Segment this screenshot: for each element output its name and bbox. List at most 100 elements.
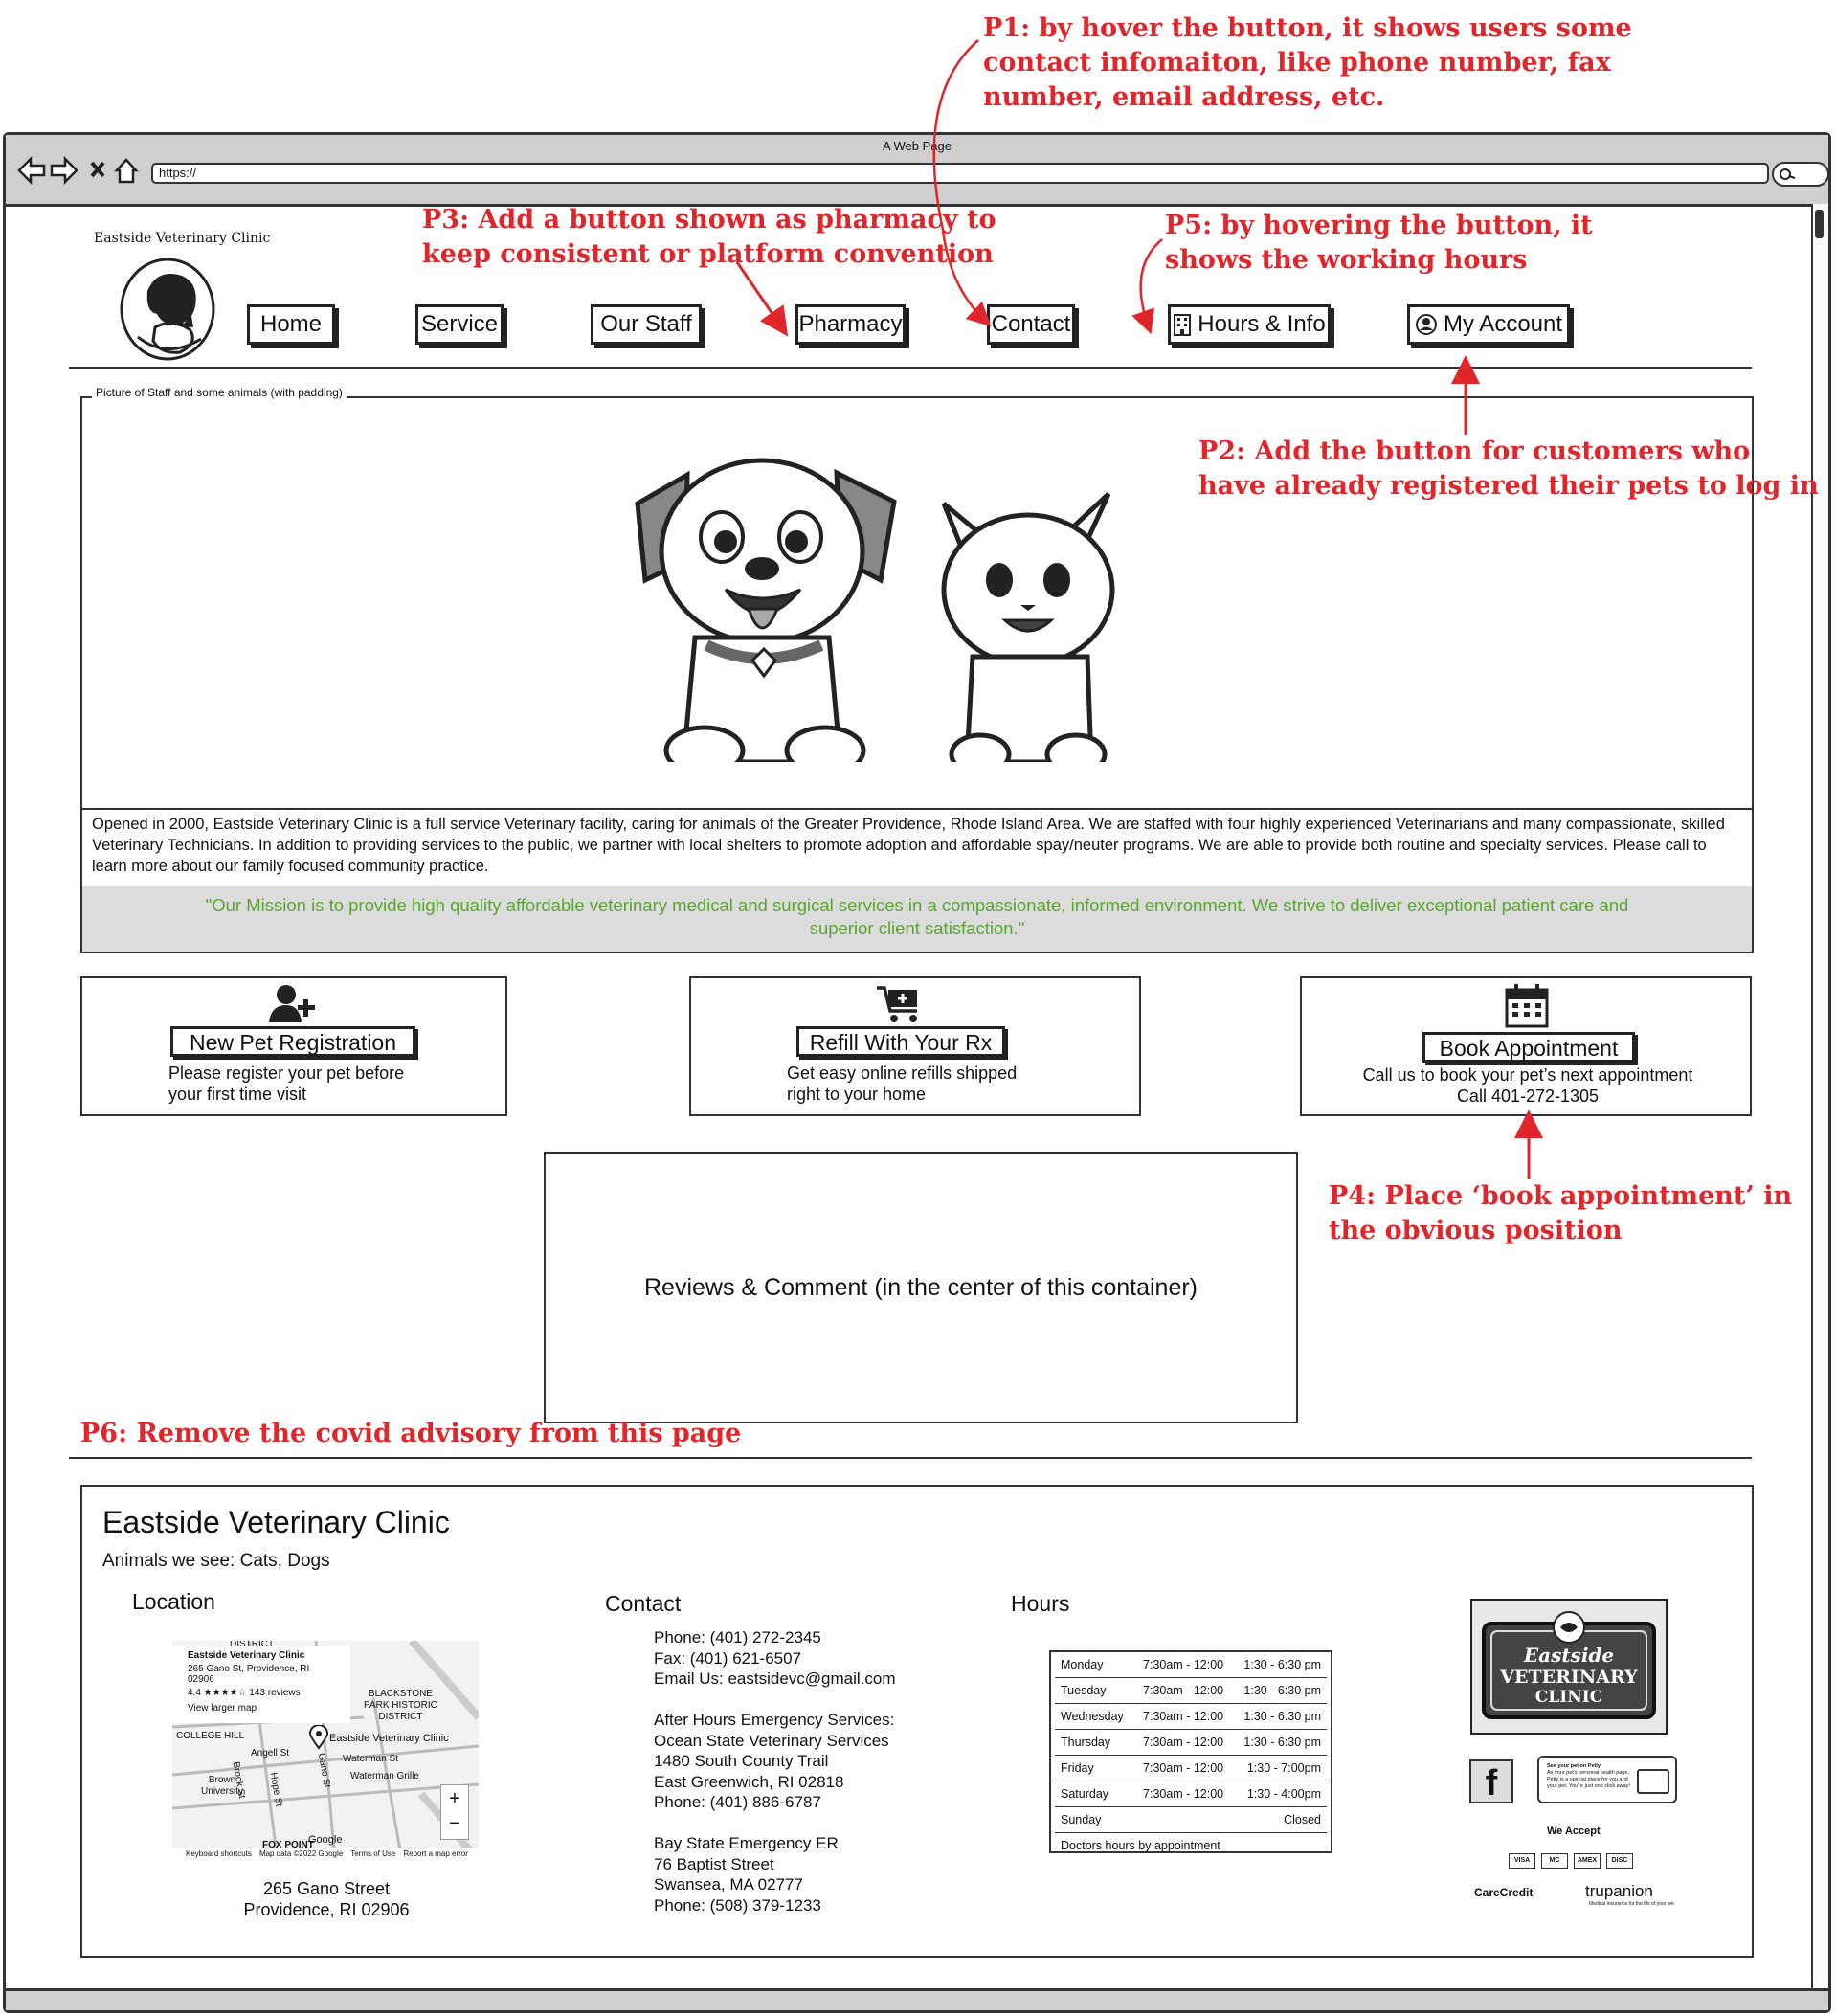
header-divider bbox=[69, 367, 1752, 369]
book-appointment-button[interactable]: Book Appointment bbox=[1422, 1032, 1635, 1063]
map-larger-link[interactable]: View larger map bbox=[188, 1703, 335, 1714]
sign-line2: VETERINARY bbox=[1499, 1667, 1638, 1688]
browser-status-bar bbox=[6, 1988, 1828, 2010]
browser-search-box[interactable] bbox=[1772, 162, 1829, 187]
annotation-p3: P3: Add a button shown as pharmacy to ke… bbox=[422, 203, 996, 272]
hours-morning: 7:30am - 12:00 bbox=[1133, 1703, 1233, 1730]
new-pet-registration-line2: your first time visit bbox=[168, 1085, 307, 1104]
hours-morning bbox=[1133, 1806, 1233, 1833]
nav-home-label: Home bbox=[259, 311, 323, 337]
nav-hours-info-label: Hours & Info bbox=[1198, 311, 1326, 337]
map-place-name: Eastside Veterinary Clinic bbox=[188, 1650, 305, 1661]
hours-row: Tuesday 7:30am - 12:00 1:30 - 6:30 pm bbox=[1055, 1677, 1327, 1704]
card-new-pet-registration: New Pet Registration Please register you… bbox=[80, 976, 507, 1116]
hours-afternoon: Closed bbox=[1232, 1806, 1327, 1833]
map-label-clinic: Eastside Veterinary Clinic bbox=[329, 1733, 449, 1744]
hours-note: Doctors hours by appointment bbox=[1061, 1839, 1220, 1852]
hours-day: Saturday bbox=[1055, 1781, 1134, 1807]
hours-afternoon: 1:30 - 6:30 pm bbox=[1232, 1729, 1327, 1756]
cat-illustration bbox=[941, 492, 1115, 762]
contact-bay-state-city: Swansea, MA 02777 bbox=[654, 1875, 803, 1893]
hours-afternoon: 1:30 - 6:30 pm bbox=[1232, 1677, 1327, 1704]
about-text: Opened in 2000, Eastside Veterinary Clin… bbox=[80, 808, 1754, 888]
hours-day: Wednesday bbox=[1055, 1703, 1134, 1730]
map-zoom-out-button[interactable]: − bbox=[441, 1812, 468, 1839]
contact-email[interactable]: Email Us: eastsidevc@gmail.com bbox=[654, 1669, 896, 1690]
map-zoom-controls: + − bbox=[440, 1784, 469, 1840]
annotation-p2-line2: have already registered their pets to lo… bbox=[1198, 471, 1819, 501]
location-address-line2: Providence, RI 02906 bbox=[243, 1900, 410, 1919]
nav-service-label: Service bbox=[420, 311, 499, 337]
nav-pharmacy-button[interactable]: Pharmacy bbox=[795, 304, 906, 345]
hours-morning: 7:30am - 12:00 bbox=[1133, 1781, 1233, 1807]
nav-our-staff-label: Our Staff bbox=[600, 311, 692, 337]
hours-morning: 7:30am - 12:00 bbox=[1133, 1677, 1233, 1704]
annotation-p1-line2: contact infomaiton, like phone number, f… bbox=[983, 48, 1611, 78]
contact-bay-state-street: 76 Baptist Street bbox=[654, 1854, 774, 1873]
contact-ocean-state-city: East Greenwich, RI 02818 bbox=[654, 1772, 844, 1791]
we-accept-label: We Accept bbox=[1547, 1826, 1601, 1837]
contact-bay-state-name: Bay State Emergency ER bbox=[654, 1834, 839, 1852]
refill-rx-button[interactable]: Refill With Your Rx bbox=[796, 1026, 1005, 1057]
location-map[interactable]: DISTRICT Eastside Veterinary Clinic 265 … bbox=[172, 1641, 479, 1861]
user-circle-icon bbox=[1415, 314, 1437, 335]
map-zoom-in-button[interactable]: + bbox=[441, 1785, 468, 1812]
map-report-error-link[interactable]: Report a map error bbox=[403, 1848, 468, 1861]
petly-logo-icon bbox=[1637, 1769, 1669, 1794]
facebook-icon[interactable]: f bbox=[1469, 1759, 1513, 1803]
map-label-blackstone-1: BLACKSTONE bbox=[368, 1689, 433, 1699]
building-icon bbox=[1174, 314, 1192, 336]
hours-table: Monday 7:30am - 12:00 1:30 - 6:30 pm Tuesda… bbox=[1055, 1652, 1327, 1858]
clinic-logo[interactable] bbox=[119, 257, 216, 362]
nav-hours-info-button[interactable]: Hours & Info bbox=[1168, 304, 1331, 345]
nav-pharmacy-label: Pharmacy bbox=[798, 311, 903, 337]
map-keyboard-shortcuts-link[interactable]: Keyboard shortcuts bbox=[186, 1848, 252, 1861]
nav-our-staff-button[interactable]: Our Staff bbox=[591, 304, 702, 345]
scrollbar-thumb[interactable] bbox=[1815, 210, 1824, 238]
hours-day: Friday bbox=[1055, 1755, 1134, 1781]
amex-card-icon: AMEX bbox=[1574, 1853, 1601, 1869]
annotation-p6: P6: Remove the covid advisory from this … bbox=[80, 1419, 742, 1448]
map-terms-link[interactable]: Terms of Use bbox=[350, 1848, 395, 1861]
calendar-icon bbox=[1505, 984, 1549, 1028]
location-address: 265 Gano Street Providence, RI 02906 bbox=[207, 1878, 446, 1920]
stop-icon[interactable] bbox=[90, 161, 105, 178]
new-pet-registration-button[interactable]: New Pet Registration bbox=[170, 1026, 415, 1057]
annotation-p4: P4: Place ‘book appointment’ in the obvi… bbox=[1329, 1179, 1792, 1248]
annotation-p4-line1: P4: Place ‘book appointment’ in bbox=[1329, 1181, 1793, 1211]
reviews-text: Reviews & Comment (in the center of this… bbox=[643, 1273, 1198, 1301]
nav-home-button[interactable]: Home bbox=[247, 304, 335, 345]
contact-phone: Phone: (401) 272-2345 bbox=[654, 1628, 821, 1646]
forward-icon[interactable] bbox=[50, 155, 78, 186]
hours-day: Monday bbox=[1055, 1652, 1134, 1678]
annotation-p2: P2: Add the button for customers who hav… bbox=[1198, 435, 1819, 504]
nav-contact-button[interactable]: Contact bbox=[987, 304, 1075, 345]
back-icon[interactable] bbox=[17, 155, 46, 186]
map-label-blackstone-2: PARK HISTORIC bbox=[364, 1700, 437, 1711]
map-label-angell: Angell St bbox=[251, 1748, 290, 1758]
footer-animals: Animals we see: Cats, Dogs bbox=[102, 1551, 330, 1571]
annotation-p1: P1: by hover the button, it shows users … bbox=[983, 11, 1632, 115]
map-label-blackstone: BLACKSTONE PARK HISTORIC DISTRICT bbox=[364, 1689, 437, 1723]
annotation-p1-line1: P1: by hover the button, it shows users … bbox=[983, 13, 1632, 43]
contact-ocean-state-name: Ocean State Veterinary Services bbox=[654, 1731, 889, 1750]
nav-service-button[interactable]: Service bbox=[415, 304, 504, 345]
url-bar[interactable]: https:// bbox=[151, 163, 1769, 184]
browser-nav-icons bbox=[17, 155, 139, 186]
hours-row: Monday 7:30am - 12:00 1:30 - 6:30 pm bbox=[1055, 1652, 1327, 1678]
hours-row: Friday 7:30am - 12:00 1:30 - 7:00pm bbox=[1055, 1755, 1327, 1781]
annotation-p5: P5: by hovering the button, it shows the… bbox=[1165, 209, 1593, 278]
contact-spacer-2 bbox=[654, 1813, 896, 1834]
annotation-p5-line2: shows the working hours bbox=[1165, 245, 1528, 275]
nav-my-account-button[interactable]: My Account bbox=[1407, 304, 1570, 345]
home-icon[interactable] bbox=[114, 158, 139, 184]
map-pin-icon bbox=[308, 1725, 329, 1750]
hours-afternoon: 1:30 - 6:30 pm bbox=[1232, 1652, 1327, 1678]
map-google-logo: Google bbox=[308, 1834, 343, 1846]
mastercard-icon: MC bbox=[1541, 1853, 1568, 1869]
petly-badge[interactable]: See your pet on Petly As your pet's pers… bbox=[1537, 1756, 1677, 1803]
nav-contact-label: Contact bbox=[991, 311, 1071, 337]
hours-heading: Hours bbox=[1011, 1591, 1070, 1616]
hours-morning: 7:30am - 12:00 bbox=[1133, 1729, 1233, 1756]
map-label-blackstone-3: DISTRICT bbox=[378, 1712, 423, 1722]
